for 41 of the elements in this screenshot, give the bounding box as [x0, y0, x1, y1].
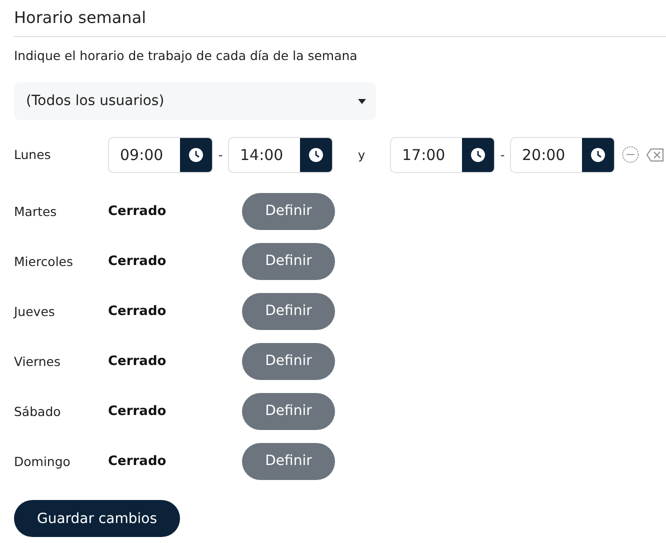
- time-field[interactable]: 14:00: [228, 136, 333, 172]
- define-button[interactable]: Definir: [242, 192, 335, 230]
- clock-icon: [189, 148, 203, 162]
- clock-button[interactable]: [582, 138, 614, 172]
- range-dash: -: [499, 148, 506, 162]
- range-joiner: y: [356, 148, 366, 162]
- closed-status: Cerrado: [108, 254, 168, 268]
- save-button[interactable]: Guardar cambios: [14, 500, 180, 537]
- day-label: Domingo: [14, 454, 72, 468]
- time-field[interactable]: 20:00: [510, 136, 615, 172]
- time-field[interactable]: 17:00: [390, 136, 495, 172]
- define-button[interactable]: Definir: [242, 292, 335, 330]
- caret-icon: [358, 98, 366, 104]
- day-label: Viernes: [14, 354, 62, 368]
- day-label: Sábado: [14, 404, 62, 418]
- section-title: Horario semanal: [14, 4, 666, 37]
- clock-icon: [309, 148, 323, 162]
- remove-icon[interactable]: [622, 146, 639, 163]
- define-button[interactable]: Definir: [242, 342, 335, 380]
- closed-status: Cerrado: [108, 304, 168, 318]
- user-select[interactable]: (Todos los usuarios): [14, 82, 376, 120]
- closed-status: Cerrado: [108, 354, 168, 368]
- description: Indique el horario de trabajo de cada día de la semana: [14, 48, 358, 63]
- backspace-icon[interactable]: [646, 148, 664, 162]
- day-label: Miercoles: [14, 254, 74, 268]
- time-field[interactable]: 09:00: [108, 136, 213, 172]
- range-dash: -: [217, 148, 224, 162]
- day-label: Martes: [14, 204, 58, 218]
- day-label: Jueves: [14, 304, 56, 318]
- clock-icon: [591, 148, 605, 162]
- closed-status: Cerrado: [108, 404, 168, 418]
- clock-button[interactable]: [300, 138, 332, 172]
- closed-status: Cerrado: [108, 204, 168, 218]
- closed-status: Cerrado: [108, 454, 168, 468]
- day-label: Lunes: [14, 147, 52, 162]
- clock-icon: [471, 148, 485, 162]
- clock-button[interactable]: [462, 138, 494, 172]
- define-button[interactable]: Definir: [242, 242, 335, 280]
- clock-button[interactable]: [180, 138, 212, 172]
- define-button[interactable]: Definir: [242, 442, 335, 480]
- define-button[interactable]: Definir: [242, 392, 335, 430]
